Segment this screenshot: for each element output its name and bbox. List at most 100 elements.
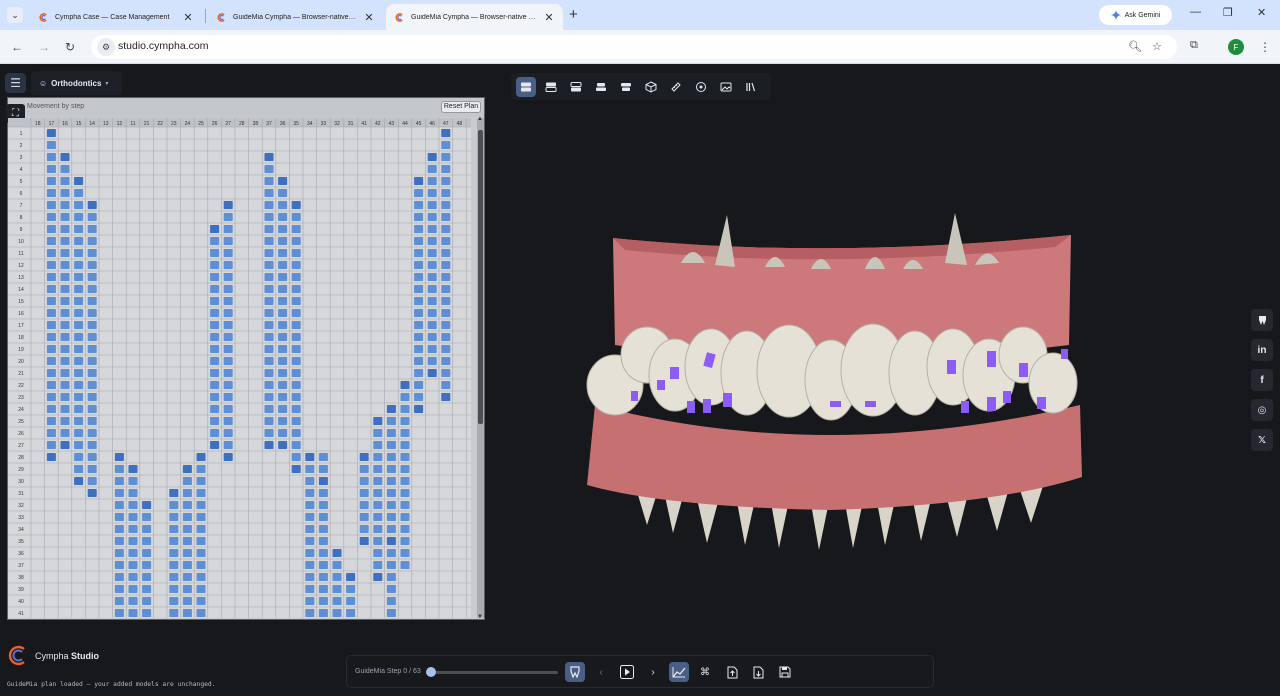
movement-cell — [427, 369, 437, 377]
movement-cell — [74, 285, 84, 293]
movement-cell — [210, 273, 220, 281]
movement-cell — [46, 273, 56, 281]
extensions-icon[interactable]: ⧉ — [1190, 39, 1198, 52]
movement-cell — [46, 213, 56, 221]
movement-cell — [386, 417, 396, 425]
movement-cell — [128, 537, 138, 545]
close-tab-icon[interactable]: ✕ — [182, 11, 194, 24]
movement-cell — [278, 381, 288, 389]
browser-menu-icon[interactable]: ⋮ — [1259, 40, 1271, 54]
movement-cell — [223, 357, 233, 365]
movement-cell — [182, 477, 192, 485]
tooth-column-header: 38 — [253, 121, 259, 127]
library-icon[interactable] — [741, 77, 761, 97]
step-row-header: 5 — [20, 179, 23, 185]
site-info-icon[interactable]: ⚙ — [97, 38, 115, 56]
close-window-icon[interactable]: ✕ — [1257, 6, 1266, 19]
movement-cell — [46, 237, 56, 245]
tooth-column-header: 37 — [266, 121, 272, 127]
new-tab-icon[interactable]: + — [569, 6, 578, 23]
movement-cell — [278, 225, 288, 233]
restore-icon[interactable]: ❐ — [1223, 6, 1233, 19]
export-button[interactable] — [722, 662, 742, 682]
step-slider[interactable] — [426, 667, 558, 677]
back-icon[interactable]: ← — [11, 40, 23, 54]
movement-cell — [223, 285, 233, 293]
ruler-icon[interactable] — [666, 77, 686, 97]
movement-cell — [87, 429, 97, 437]
step-row-header: 7 — [20, 203, 23, 209]
instagram-icon[interactable]: ◎ — [1251, 399, 1273, 421]
movement-cell — [318, 453, 328, 461]
reload-icon[interactable]: ↻ — [65, 40, 75, 54]
image-icon[interactable] — [716, 77, 736, 97]
view-occlusal-icon[interactable] — [591, 77, 611, 97]
panel-scrollbar[interactable]: ▲ ▼ — [477, 116, 484, 620]
menu-hamburger-icon[interactable]: ☰ — [5, 73, 26, 93]
tooth-icon[interactable] — [1251, 309, 1273, 331]
browser-tab-guidemia-active[interactable]: GuideMia Cympha — Browser-native digital… — [386, 4, 563, 30]
movement-cell — [46, 453, 56, 461]
minimize-icon[interactable]: — — [1190, 6, 1201, 18]
view-upper-lower-icon[interactable] — [516, 76, 536, 97]
chart-view-button[interactable] — [669, 662, 689, 682]
prev-step-button[interactable]: ‹ — [591, 662, 611, 682]
close-tab-icon[interactable]: ✕ — [543, 11, 555, 24]
linkedin-icon[interactable]: in — [1251, 339, 1273, 361]
save-button[interactable] — [775, 662, 795, 682]
attachment-toggle-button[interactable]: ⌘ — [695, 662, 715, 682]
profile-avatar[interactable]: F — [1228, 39, 1244, 55]
play-button[interactable] — [617, 662, 637, 682]
movement-cell — [114, 561, 124, 569]
movement-cell — [386, 513, 396, 521]
ask-gemini-button[interactable]: Ask Gemini — [1099, 5, 1172, 25]
x-icon[interactable]: 𝕏 — [1251, 429, 1273, 451]
chevron-left-icon: ‹ — [599, 666, 603, 678]
dental-3d-viewport[interactable] — [575, 205, 1085, 555]
bookmark-star-icon[interactable]: ☆ — [1152, 40, 1162, 53]
forward-icon[interactable]: → — [38, 40, 50, 54]
facebook-icon[interactable]: f — [1251, 369, 1273, 391]
browser-tab-case-management[interactable]: Cympha Case — Case Management ✕ — [30, 4, 202, 30]
browser-tab-guidemia-1[interactable]: GuideMia Cympha — Browser-native digital… — [208, 4, 383, 30]
movement-cell — [414, 177, 424, 185]
movement-cell — [318, 609, 328, 617]
step-row-header: 23 — [18, 395, 24, 401]
next-step-button[interactable]: › — [643, 662, 663, 682]
scroll-down-icon[interactable]: ▼ — [477, 614, 483, 620]
slider-knob[interactable] — [426, 667, 436, 677]
tab-search-button[interactable]: ⌄ — [7, 7, 23, 23]
movement-cell — [223, 405, 233, 413]
tooth-column-header: 33 — [321, 121, 327, 127]
scrollbar-thumb[interactable] — [478, 130, 483, 424]
movement-cell — [169, 585, 179, 593]
step-row-header: 34 — [18, 527, 24, 533]
movement-cell — [291, 297, 301, 305]
movement-cell — [128, 501, 138, 509]
scroll-up-icon[interactable]: ▲ — [477, 116, 483, 122]
profile-initial: F — [1233, 42, 1239, 52]
view-split-icon[interactable] — [616, 77, 636, 97]
movement-cell — [318, 573, 328, 581]
step-row-header: 32 — [18, 503, 24, 509]
movement-cell — [373, 453, 383, 461]
view-lower-icon[interactable] — [566, 77, 586, 97]
address-bar[interactable]: ⚙ studio.cympha.com 🔍︎ ☆ — [91, 35, 1177, 59]
movement-cell — [74, 297, 84, 305]
zoom-icon[interactable]: 🔍︎ — [1128, 40, 1142, 53]
rotate-icon[interactable] — [691, 77, 711, 97]
movement-cell — [332, 561, 342, 569]
movement-cell — [264, 189, 274, 197]
view-upper-icon[interactable] — [541, 77, 561, 97]
close-tab-icon[interactable]: ✕ — [363, 11, 375, 24]
movement-cell — [278, 249, 288, 257]
movement-cell — [427, 153, 437, 161]
movement-cell — [400, 429, 410, 437]
box-icon[interactable] — [641, 77, 661, 97]
movement-cell — [142, 573, 152, 581]
movement-cell — [441, 261, 451, 269]
mode-selector[interactable]: ☺ Orthodontics ▾ — [31, 71, 122, 95]
tooth-view-button[interactable] — [565, 662, 585, 682]
import-button[interactable] — [748, 662, 768, 682]
reset-plan-button[interactable]: Reset Plan — [441, 101, 481, 113]
